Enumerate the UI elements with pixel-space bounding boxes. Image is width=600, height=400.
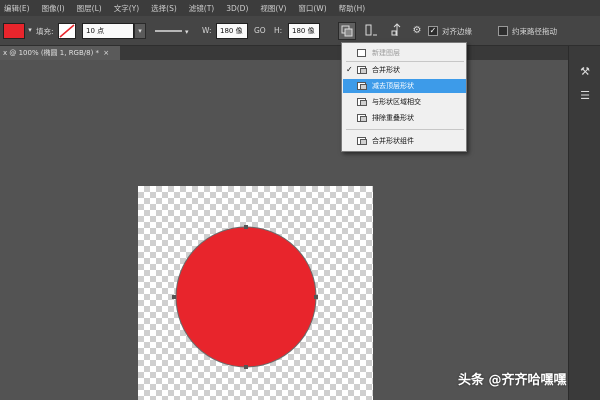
menu-image[interactable]: 图像(I): [42, 3, 65, 14]
stroke-size-field[interactable]: 10 点: [82, 23, 134, 39]
menu-type[interactable]: 文字(Y): [114, 3, 139, 14]
watermark: 头条 @齐齐哈嘿嘿: [458, 373, 567, 388]
menu-help[interactable]: 帮助(H): [339, 3, 366, 14]
path-operations-icon: [341, 25, 353, 37]
document-canvas[interactable]: [138, 186, 373, 400]
path-alignment-icon: [365, 24, 377, 36]
options-bar: ▾ 填充: 10 点 ▾ ▾ W: 180 像 GO H: 180 像 ⚙ ✓ …: [0, 16, 600, 46]
stroke-line-icon: ▾: [155, 28, 189, 36]
align-edges-checkbox[interactable]: ✓: [428, 26, 438, 36]
anchor-point-top[interactable]: [244, 225, 248, 229]
menu-edit[interactable]: 编辑(E): [4, 3, 30, 14]
stroke-swatch[interactable]: [58, 23, 76, 39]
path-operations-button[interactable]: [338, 22, 356, 40]
height-field[interactable]: 180 像: [288, 23, 320, 39]
constrain-path-label: 约束路径拖动: [512, 27, 557, 36]
width-label: W:: [202, 26, 212, 35]
chevron-down-icon[interactable]: ▾: [26, 23, 34, 39]
anchor-point-left[interactable]: [172, 295, 176, 299]
height-label: H:: [274, 26, 283, 35]
menu-item-subtract-front-shape[interactable]: 减去顶层形状: [343, 79, 466, 93]
path-operations-menu: 新建图层 ✓ 合并形状 减去顶层形状 与形状区域相交 排除重叠形状 合并形状组件: [341, 42, 467, 152]
anchor-point-bottom[interactable]: [244, 365, 248, 369]
close-icon[interactable]: ×: [103, 49, 109, 57]
adjustments-icon[interactable]: ☰: [577, 88, 593, 104]
align-edges-label: 对齐边缘: [442, 27, 472, 36]
document-tab[interactable]: x @ 100% (椭圆 1, RGB/8) * ×: [0, 46, 120, 60]
menu-bar: 编辑(E) 图像(I) 图层(L) 文字(Y) 选择(S) 滤镜(T) 3D(D…: [0, 0, 600, 16]
ellipse-shape[interactable]: [175, 226, 317, 368]
menu-item-intersect-shapes[interactable]: 与形状区域相交: [343, 95, 466, 109]
document-tab-bar: x @ 100% (椭圆 1, RGB/8) * ×: [0, 46, 600, 60]
menu-select[interactable]: 选择(S): [151, 3, 177, 14]
chevron-down-icon[interactable]: ▾: [134, 23, 146, 39]
shape-mode-swatch[interactable]: [3, 23, 25, 39]
width-field[interactable]: 180 像: [216, 23, 248, 39]
path-arrangement-button[interactable]: [388, 22, 406, 40]
path-arrangement-icon: [391, 23, 401, 36]
new-layer-icon: [357, 49, 366, 57]
menu-item-exclude-overlapping[interactable]: 排除重叠形状: [343, 111, 466, 125]
anchor-point-right[interactable]: [314, 295, 318, 299]
menu-layer[interactable]: 图层(L): [77, 3, 102, 14]
document-tab-title: x @ 100% (椭圆 1, RGB/8) *: [3, 49, 100, 57]
right-panel-strip: ⚒ ☰: [568, 46, 600, 400]
tools-icon[interactable]: ⚒: [577, 64, 593, 80]
path-alignment-button[interactable]: [362, 22, 380, 40]
link-icon[interactable]: GO: [254, 26, 266, 35]
menu-divider: [346, 129, 464, 130]
gear-icon[interactable]: ⚙: [408, 22, 426, 40]
menu-item-combine-shapes[interactable]: ✓ 合并形状: [343, 63, 466, 77]
menu-3d[interactable]: 3D(D): [226, 4, 248, 13]
menu-view[interactable]: 视图(V): [260, 3, 286, 14]
menu-item-new-layer[interactable]: 新建图层: [343, 46, 466, 60]
svg-text:▾: ▾: [185, 28, 189, 36]
menu-item-merge-shape-components[interactable]: 合并形状组件: [343, 134, 466, 148]
menu-window[interactable]: 窗口(W): [298, 3, 326, 14]
no-stroke-icon: [59, 24, 75, 38]
constrain-path-checkbox[interactable]: [498, 26, 508, 36]
menu-filter[interactable]: 滤镜(T): [189, 3, 214, 14]
menu-divider: [346, 61, 464, 62]
stroke-type-button[interactable]: ▾: [152, 22, 192, 40]
fill-label: 填充:: [36, 27, 54, 36]
ellipse-layer: [172, 225, 318, 369]
checkmark-icon: ✓: [346, 65, 353, 74]
